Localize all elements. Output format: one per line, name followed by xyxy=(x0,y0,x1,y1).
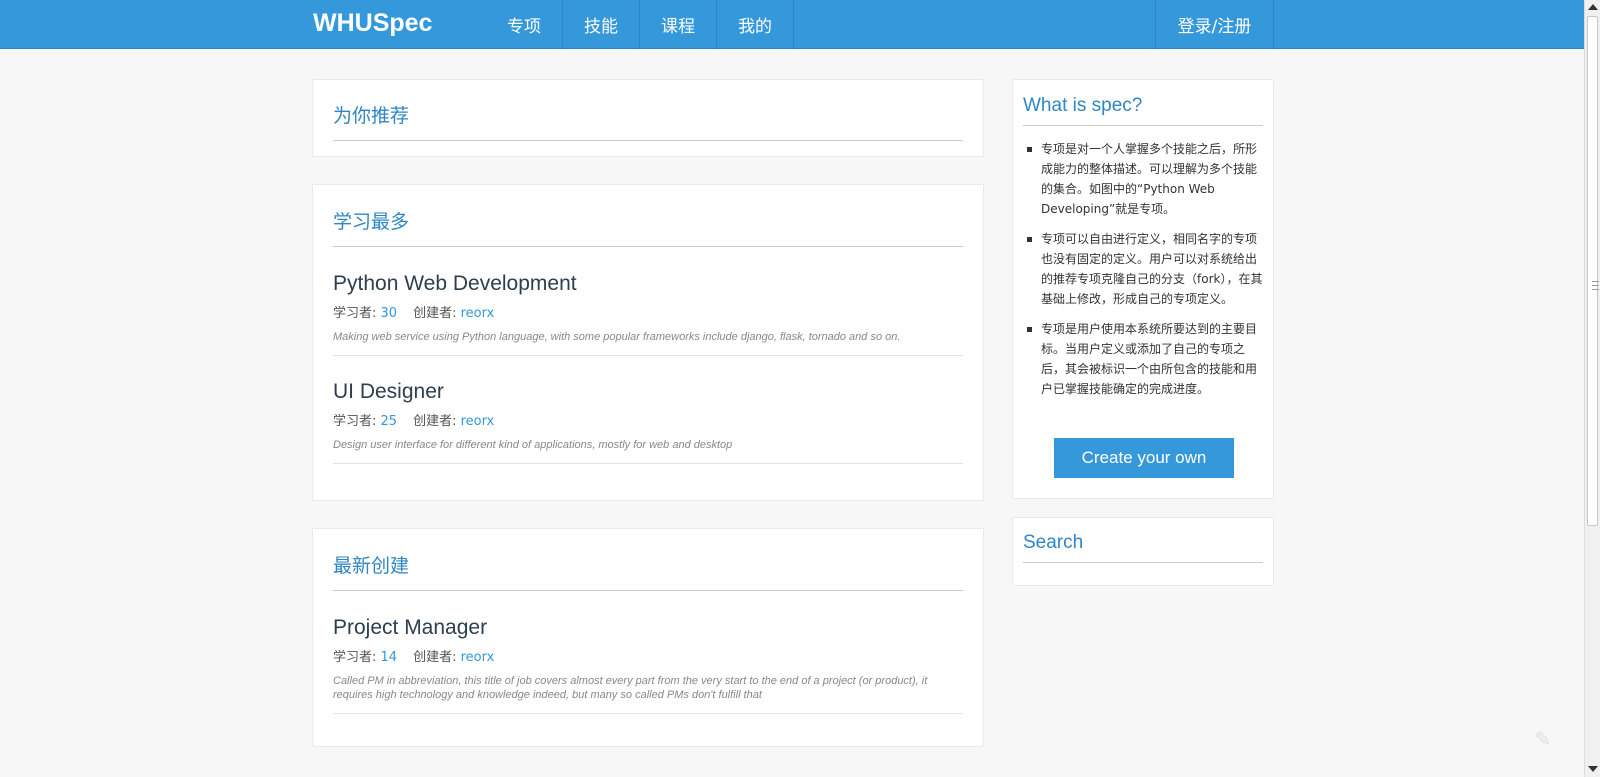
bullet-icon xyxy=(1027,327,1032,332)
scroll-up-icon[interactable] xyxy=(1588,4,1598,10)
newest-title: 最新创建 xyxy=(333,551,963,591)
explanation-text: 专项是用户使用本系统所要达到的主要目标。当用户定义或添加了自己的专项之后，其会被… xyxy=(1041,322,1258,396)
creator-label: 创建者: xyxy=(413,306,461,321)
nav-item-courses[interactable]: 课程 xyxy=(640,0,717,49)
spec-title-link[interactable]: Project Manager xyxy=(333,616,963,640)
login-register-link[interactable]: 登录/注册 xyxy=(1155,0,1274,49)
learners-count-link[interactable]: 14 xyxy=(381,650,398,665)
what-is-spec-title: What is spec? xyxy=(1023,95,1263,126)
spec-title-link[interactable]: UI Designer xyxy=(333,380,963,404)
spec-explanation-list: 专项是对一个人掌握多个技能之后，所形成能力的整体描述。可以理解为多个技能的集合。… xyxy=(1023,139,1263,399)
learners-label: 学习者: xyxy=(333,414,381,429)
explanation-text: 专项是对一个人掌握多个技能之后，所形成能力的整体描述。可以理解为多个技能的集合。… xyxy=(1041,142,1258,216)
scroll-down-icon[interactable] xyxy=(1588,766,1598,772)
spec-description: Making web service using Python language… xyxy=(333,331,901,343)
learners-count-link[interactable]: 30 xyxy=(381,306,398,321)
list-item: Python Web Development 学习者: 30 创建者: reorx… xyxy=(333,247,963,356)
list-item: 专项是用户使用本系统所要达到的主要目标。当用户定义或添加了自己的专项之后，其会被… xyxy=(1023,319,1263,399)
nav-item-mine[interactable]: 我的 xyxy=(717,0,794,49)
what-is-spec-panel: What is spec? 专项是对一个人掌握多个技能之后，所形成能力的整体描述… xyxy=(1012,79,1274,499)
list-item: UI Designer 学习者: 25 创建者: reorx Design use… xyxy=(333,356,963,464)
creator-label: 创建者: xyxy=(413,414,461,429)
search-title: Search xyxy=(1023,532,1263,563)
brand-logo[interactable]: WHUSpec xyxy=(313,9,432,38)
list-item: Project Manager 学习者: 14 创建者: reorx Called… xyxy=(333,591,963,714)
recommend-panel: 为你推荐 xyxy=(312,79,984,157)
most-learned-title: 学习最多 xyxy=(333,207,963,247)
bullet-icon xyxy=(1027,147,1032,152)
creator-link[interactable]: reorx xyxy=(461,306,495,321)
list-item: 专项可以自由进行定义，相同名字的专项也没有固定的定义。用户可以对系统给出的推荐专… xyxy=(1023,229,1263,309)
spec-title-link[interactable]: Python Web Development xyxy=(333,272,963,296)
pencil-icon[interactable]: ✎ xyxy=(1532,728,1554,750)
nav-item-specs[interactable]: 专项 xyxy=(486,0,563,49)
create-your-own-button[interactable]: Create your own xyxy=(1054,438,1234,478)
spec-meta: 学习者: 30 创建者: reorx xyxy=(333,302,963,321)
creator-link[interactable]: reorx xyxy=(461,414,495,429)
learners-label: 学习者: xyxy=(333,650,381,665)
nav-item-skills[interactable]: 技能 xyxy=(563,0,640,49)
spec-description: Design user interface for different kind… xyxy=(333,439,733,451)
list-item: 专项是对一个人掌握多个技能之后，所形成能力的整体描述。可以理解为多个技能的集合。… xyxy=(1023,139,1263,219)
creator-link[interactable]: reorx xyxy=(461,650,495,665)
spec-meta: 学习者: 14 创建者: reorx xyxy=(333,646,963,665)
learners-count-link[interactable]: 25 xyxy=(381,414,398,429)
vertical-scrollbar[interactable] xyxy=(1584,0,1600,777)
learners-label: 学习者: xyxy=(333,306,381,321)
scroll-thumb[interactable] xyxy=(1587,16,1599,526)
newest-panel: 最新创建 Project Manager 学习者: 14 创建者: reorx C… xyxy=(312,528,984,747)
most-learned-panel: 学习最多 Python Web Development 学习者: 30 创建者: … xyxy=(312,184,984,501)
top-navbar: WHUSpec 专项 技能 课程 我的 登录/注册 xyxy=(0,0,1584,49)
search-panel: Search xyxy=(1012,517,1274,586)
main-nav: 专项 技能 课程 我的 xyxy=(486,0,794,49)
creator-label: 创建者: xyxy=(413,650,461,665)
recommend-title: 为你推荐 xyxy=(333,101,963,141)
bullet-icon xyxy=(1027,237,1032,242)
spec-description: Called PM in abbreviation, this title of… xyxy=(333,675,928,701)
explanation-text: 专项可以自由进行定义，相同名字的专项也没有固定的定义。用户可以对系统给出的推荐专… xyxy=(1041,232,1263,306)
spec-meta: 学习者: 25 创建者: reorx xyxy=(333,410,963,429)
